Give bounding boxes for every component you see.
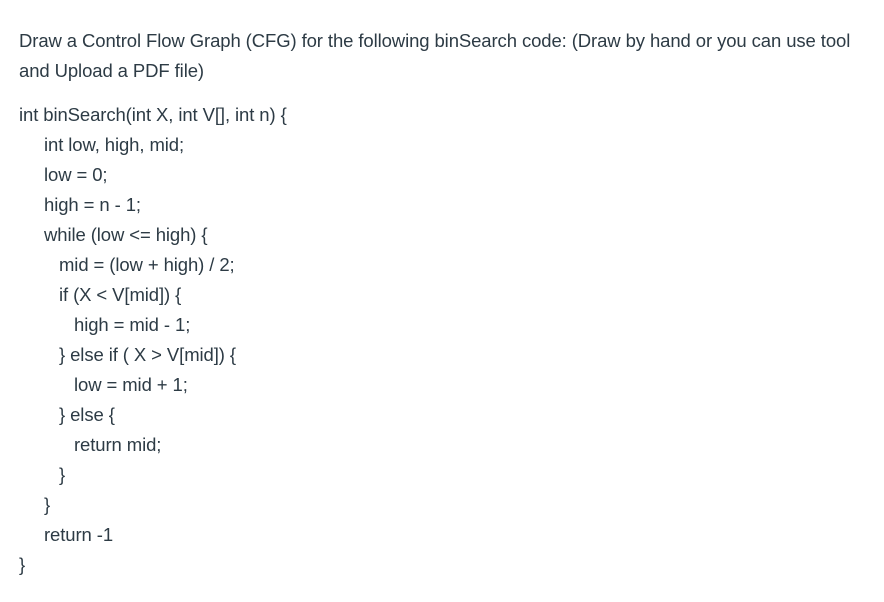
code-line-return-mid: return mid; (74, 434, 162, 455)
code-line-function-close: } (19, 554, 26, 575)
code-line-low-update: low = mid + 1; (74, 374, 188, 395)
code-block: int binSearch(int X, int V[], int n) { i… (19, 100, 287, 580)
question-prompt: Draw a Control Flow Graph (CFG) for the … (19, 30, 851, 81)
code-line-if-close: } (59, 464, 66, 485)
code-line-low-init: low = 0; (44, 164, 108, 185)
code-line-if: if (X < V[mid]) { (59, 284, 182, 305)
code-line-high-update: high = mid - 1; (74, 314, 191, 335)
code-line-return-neg: return -1 (44, 524, 114, 545)
code-line-else: } else { (59, 404, 115, 425)
code-line-mid-assign: mid = (low + high) / 2; (59, 254, 235, 275)
code-line-while-close: } (44, 494, 51, 515)
code-line-high-init: high = n - 1; (44, 194, 141, 215)
code-line-function-signature: int binSearch(int X, int V[], int n) { (19, 104, 287, 125)
code-line-declaration: int low, high, mid; (44, 134, 185, 155)
code-line-while: while (low <= high) { (44, 224, 208, 245)
code-line-else-if: } else if ( X > V[mid]) { (59, 344, 236, 365)
